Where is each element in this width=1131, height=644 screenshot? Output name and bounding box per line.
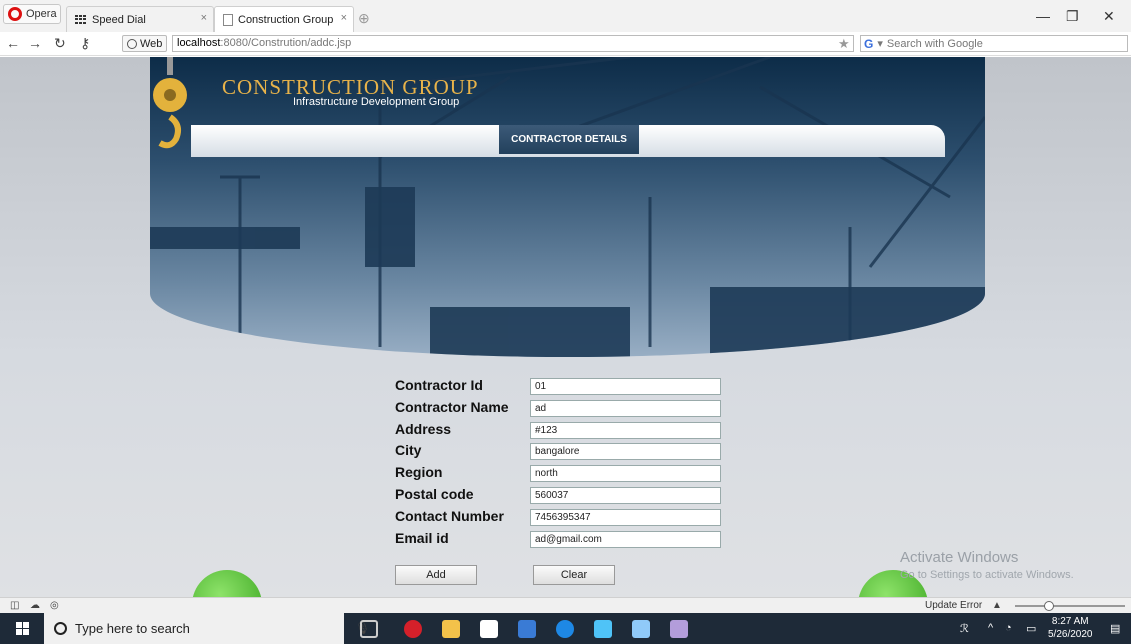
browser-statusbar: ◫ ☁ ◎ Update Error ▲ [0, 597, 1131, 613]
contact-number-input[interactable] [530, 509, 721, 526]
edge-icon[interactable] [556, 620, 574, 638]
url-field[interactable]: localhost:8080/Constrution/addc.jsp [172, 35, 854, 52]
close-window-icon[interactable]: ✕ [1103, 8, 1115, 25]
app-icon[interactable] [518, 620, 536, 638]
field-label: Region [395, 464, 443, 480]
url-host: localhost [177, 37, 221, 49]
address-input[interactable] [530, 422, 721, 439]
app-icon[interactable] [594, 620, 612, 638]
site-subtitle: Infrastructure Development Group [293, 96, 460, 108]
chevron-up-icon[interactable]: ^ [988, 622, 993, 634]
store-icon[interactable] [480, 620, 498, 638]
header-banner: CONSTRUCTION GROUP Infrastructure Develo… [150, 57, 985, 357]
speed-dial-icon [75, 14, 87, 25]
close-icon[interactable]: × [201, 12, 207, 24]
back-arrow-icon[interactable] [192, 570, 262, 597]
task-view-icon[interactable] [360, 620, 378, 638]
opera-logo-icon [8, 7, 22, 21]
update-error-status[interactable]: Update Error [925, 600, 982, 611]
crane-silhouette [150, 57, 985, 357]
field-label: Contact Number [395, 508, 504, 524]
email-input[interactable] [530, 531, 721, 548]
crane-hook-icon [153, 57, 187, 149]
tab-label: Speed Dial [92, 13, 146, 26]
chevron-up-icon[interactable]: ▲ [992, 600, 1002, 611]
address-toolbar: ← → ↻ ⚷ Web localhost:8080/Constrution/a… [0, 32, 1131, 56]
google-icon: G [864, 36, 874, 51]
field-label: Postal code [395, 486, 474, 502]
clock-date: 5/26/2020 [1048, 629, 1093, 640]
field-label: Email id [395, 530, 449, 546]
tab-label: Construction Group [238, 13, 334, 26]
app-icon[interactable] [670, 620, 688, 638]
globe-icon [127, 38, 137, 49]
page-icon [223, 13, 233, 26]
opera-menu-button[interactable]: Opera [3, 4, 61, 24]
maximize-icon[interactable]: ❐ [1066, 8, 1079, 25]
file-explorer-icon[interactable] [442, 620, 460, 638]
turbo-icon[interactable]: ☁ [30, 600, 40, 611]
close-icon[interactable]: × [341, 12, 347, 24]
nav-contractor-details[interactable]: CONTRACTOR DETAILS [499, 125, 639, 154]
new-tab-icon[interactable]: ⊕ [358, 10, 370, 27]
taskbar-search-field[interactable]: Type here to search 🎙 [44, 613, 370, 644]
url-path: :8080/Constrution/addc.jsp [220, 37, 352, 49]
browser-tabstrip: Opera Speed Dial × Construction Group × … [0, 0, 1131, 32]
activate-windows-title: Activate Windows [900, 549, 1019, 566]
windows-taskbar: Type here to search 🎙 ℛ ^ ◔ ▭ 8:27 AM 5/… [0, 613, 1131, 644]
tab-speed-dial[interactable]: Speed Dial × [66, 6, 214, 32]
opera-taskbar-icon[interactable] [404, 620, 422, 638]
search-placeholder: Search with Google [886, 37, 983, 50]
field-label: Contractor Name [395, 399, 509, 415]
panel-toggle-icon[interactable]: ◫ [10, 600, 19, 611]
opera-menu-label: Opera [26, 8, 57, 20]
page-viewport: CONSTRUCTION GROUP Infrastructure Develo… [0, 57, 1131, 597]
field-label: City [395, 442, 422, 458]
postal-code-input[interactable] [530, 487, 721, 504]
taskbar-search-placeholder: Type here to search [75, 621, 190, 636]
wifi-icon[interactable]: ◔ [1005, 622, 1012, 634]
windows-start-icon[interactable] [16, 622, 29, 635]
app-icon[interactable] [632, 620, 650, 638]
field-label: Contractor Id [395, 377, 483, 393]
tab-construction-group[interactable]: Construction Group × [214, 6, 354, 32]
field-label: Address [395, 421, 452, 437]
battery-icon[interactable]: ▭ [1026, 622, 1036, 635]
zoom-slider[interactable] [1015, 605, 1125, 607]
contractor-id-input[interactable] [530, 378, 721, 395]
back-icon[interactable]: ← [6, 35, 20, 51]
notifications-icon[interactable]: ▤ [1110, 622, 1120, 635]
contractor-name-input[interactable] [530, 400, 721, 417]
activate-windows-hint: Go to Settings to activate Windows. [900, 569, 1074, 581]
taskbar-clock[interactable]: 8:27 AM 5/26/2020 [1048, 615, 1093, 641]
cortana-icon [54, 622, 67, 635]
key-icon[interactable]: ⚷ [80, 35, 90, 52]
site-nav: CONTRACTOR DETAILS [191, 125, 945, 157]
search-field[interactable]: G ▾ Search with Google [860, 35, 1128, 52]
zoom-slider-handle[interactable] [1044, 601, 1054, 611]
add-button[interactable]: Add [395, 565, 477, 585]
city-input[interactable] [530, 443, 721, 460]
region-input[interactable] [530, 465, 721, 482]
bookmark-star-icon[interactable]: ★ [838, 36, 850, 52]
site-info-badge[interactable]: Web [122, 35, 168, 52]
minimize-icon[interactable]: — [1036, 8, 1050, 24]
reload-icon[interactable]: ↻ [54, 35, 66, 52]
images-icon[interactable]: ◎ [50, 600, 59, 611]
clock-time: 8:27 AM [1051, 616, 1089, 627]
people-icon[interactable]: ℛ [960, 622, 969, 635]
chevron-down-icon[interactable]: ▾ [877, 37, 883, 50]
forward-icon[interactable]: → [28, 35, 42, 51]
site-info-label: Web [140, 37, 163, 50]
clear-button[interactable]: Clear [533, 565, 615, 585]
